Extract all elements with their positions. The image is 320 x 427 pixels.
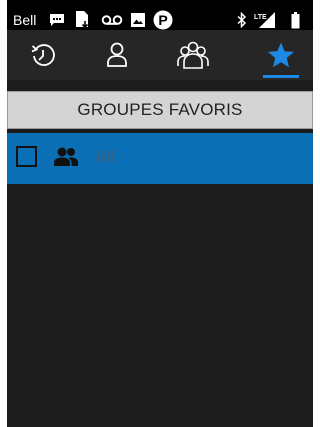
lte-label: LTE — [254, 14, 267, 21]
carrier-label: Bell — [13, 12, 37, 28]
group-label: All — [95, 147, 114, 166]
page-title-label: GROUPES FAVORIS — [77, 100, 243, 119]
selected-tab-indicator — [263, 75, 299, 78]
group-icon — [54, 147, 78, 166]
group-checkbox[interactable] — [16, 146, 37, 167]
app-screen: Bell P LTE GROUPES FAVORIS All — [7, 0, 313, 427]
person-icon — [107, 42, 127, 67]
svg-text:P: P — [158, 12, 167, 28]
page-title: GROUPES FAVORIS — [7, 91, 313, 129]
tab-contacts[interactable] — [87, 30, 147, 80]
list-empty-area — [7, 184, 313, 427]
tab-bar — [7, 30, 313, 80]
tab-groups[interactable] — [163, 30, 223, 80]
tab-recent-calls[interactable] — [13, 30, 73, 80]
history-icon — [31, 44, 55, 66]
tab-favorites[interactable] — [251, 30, 311, 80]
group-icon — [177, 41, 209, 69]
list-item-group-all[interactable]: All — [7, 133, 313, 184]
star-icon — [268, 42, 294, 68]
